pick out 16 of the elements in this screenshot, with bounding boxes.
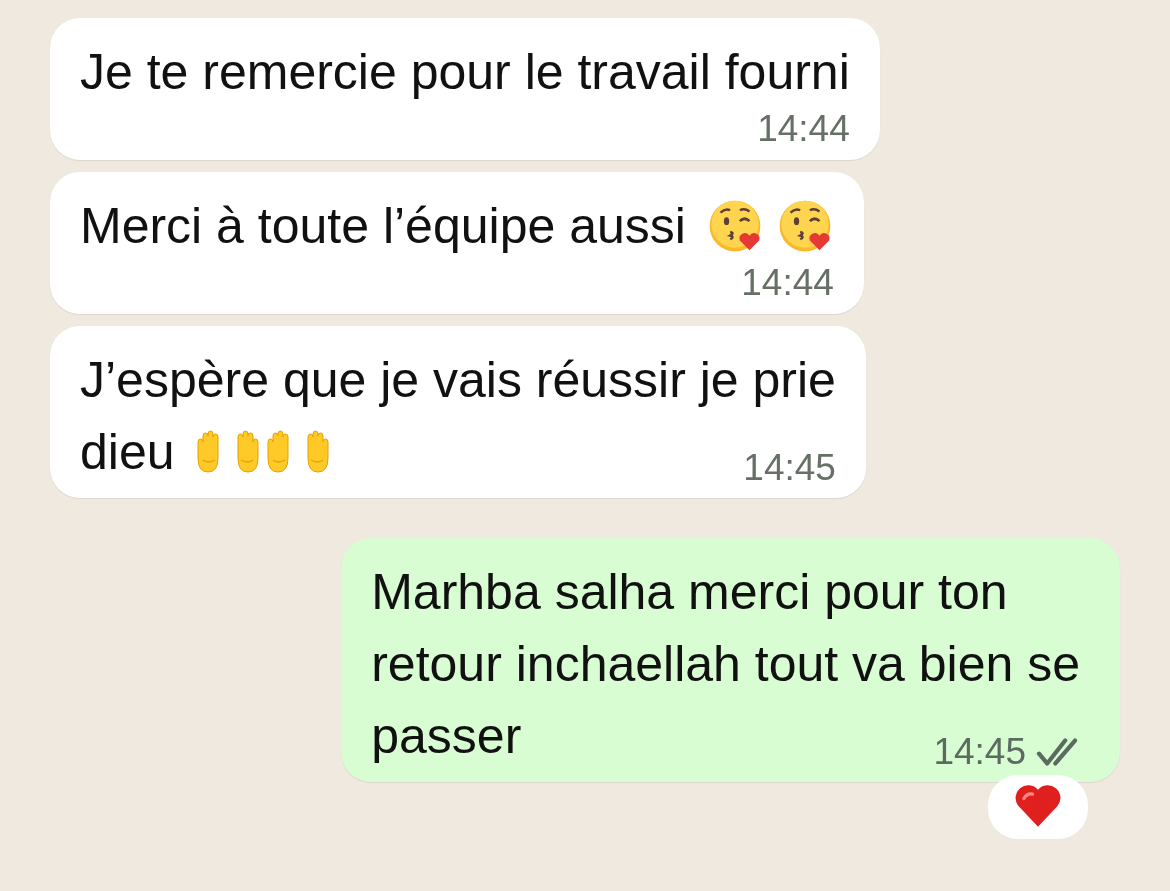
message-time: 14:44 [741, 262, 834, 304]
message-time: 14:44 [757, 108, 850, 150]
message-bubble[interactable]: Je te remercie pour le travail fourni 14:44 [50, 18, 880, 160]
reaction-badge[interactable] [988, 775, 1088, 839]
message-time: 14:45 [743, 448, 836, 488]
message-text: dieu [80, 423, 175, 482]
message-bubble[interactable]: J’espère que je vais réussir je prie dieu 14:45 [50, 326, 866, 498]
message-text: Merci à toute l’équipe aussi [80, 197, 686, 256]
message-text: Marhba salha merci pour ton [371, 563, 1008, 622]
message-text: Je te remercie pour le travail fourni [80, 43, 850, 102]
message-time: 14:45 [933, 732, 1026, 772]
message-text: passer [371, 707, 522, 766]
message-text: retour inchaellah tout va bien se [371, 635, 1080, 694]
message-bubble[interactable]: Merci à toute l’équipe aussi 14:44 [50, 172, 864, 314]
message-text: J’espère que je vais réussir je prie [80, 351, 836, 410]
message-bubble[interactable]: Marhba salha merci pour ton retour inchaellah tout va bien se passer 14:45 [341, 538, 1120, 782]
